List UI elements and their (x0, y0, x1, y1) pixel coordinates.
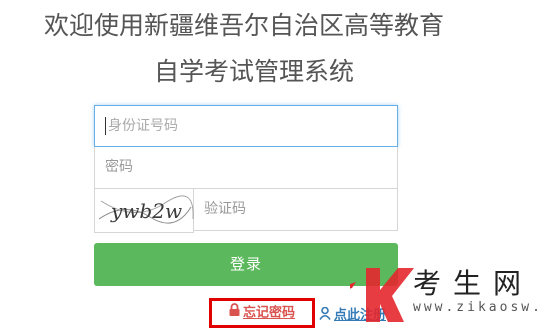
lock-icon (229, 301, 240, 325)
password-placeholder: 密码 (105, 159, 133, 175)
password-input[interactable]: 密码 (94, 147, 398, 189)
user-icon (319, 306, 331, 324)
captcha-text: ywb2w (110, 199, 182, 223)
captcha-placeholder: 验证码 (204, 201, 246, 217)
forgot-password-label: 忘记密码 (242, 305, 295, 321)
page-title-line2: 自学考试管理系统 (153, 57, 354, 86)
captcha-graphic: ywb2w (98, 195, 194, 224)
watermark-url: www.zikaosw.cn (413, 300, 544, 315)
id-number-input[interactable]: 身份证号码 (94, 105, 398, 147)
page-title-line1: 欢迎使用新疆维吾尔自治区高等教育 (43, 11, 444, 40)
forgot-password-link[interactable]: 忘记密码 (209, 298, 315, 328)
captcha-image[interactable]: ywb2w (94, 189, 194, 233)
captcha-input[interactable]: 验证码 (194, 189, 398, 231)
text-caret (105, 117, 106, 135)
watermark-text: 考生网 (413, 267, 534, 300)
id-number-placeholder: 身份证号码 (108, 118, 178, 134)
